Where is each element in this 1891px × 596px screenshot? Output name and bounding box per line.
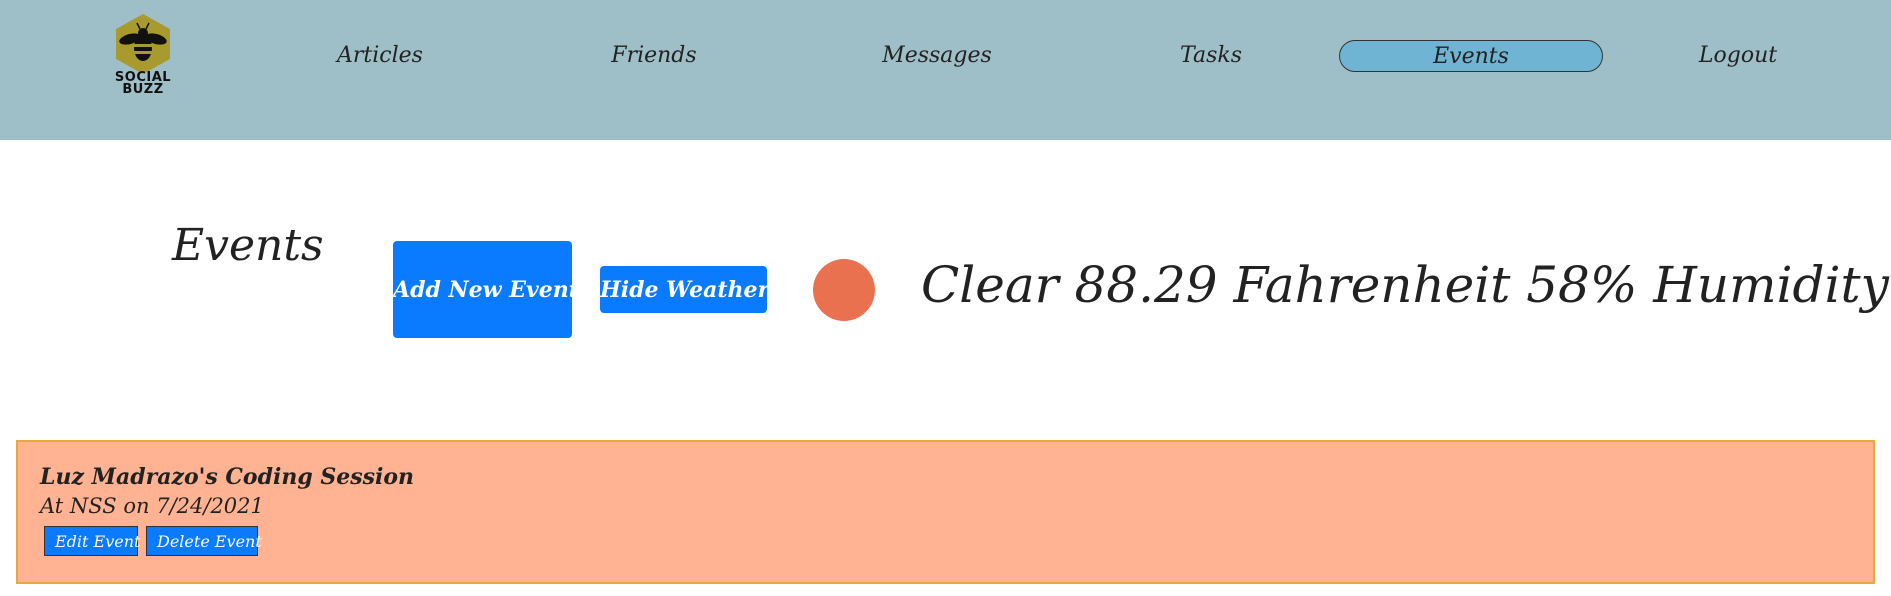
nav-tasks[interactable]: Tasks (1180, 40, 1242, 72)
bee-logo-icon (116, 14, 170, 74)
logo-text: SOCIAL BUZZ (114, 70, 172, 97)
page-title: Events (172, 220, 324, 271)
nav-events[interactable]: Events (1339, 40, 1603, 72)
weather-summary: Clear 88.29 Fahrenheit 58% Humidity (921, 256, 1889, 314)
nav-friends[interactable]: Friends (611, 40, 696, 72)
delete-event-button[interactable]: Delete Event (146, 526, 262, 556)
event-card: Luz Madrazo's Coding Session At NSS on 7… (16, 440, 1875, 584)
top-navbar: SOCIAL BUZZ Articles Friends Messages Ta… (0, 0, 1891, 140)
edit-event-button[interactable]: Edit Event (44, 526, 140, 556)
nav-articles[interactable]: Articles (337, 40, 423, 72)
nav-logout[interactable]: Logout (1699, 40, 1777, 72)
nav-messages[interactable]: Messages (882, 40, 992, 72)
event-name: Luz Madrazo's Coding Session (40, 464, 415, 490)
add-new-event-button[interactable]: Add New Event (393, 241, 579, 338)
social-buzz-logo[interactable]: SOCIAL BUZZ (110, 12, 176, 102)
hide-weather-button[interactable]: Hide Weather (600, 266, 769, 313)
weather-sun-icon (813, 259, 875, 321)
event-location-date: At NSS on 7/24/2021 (40, 494, 264, 518)
